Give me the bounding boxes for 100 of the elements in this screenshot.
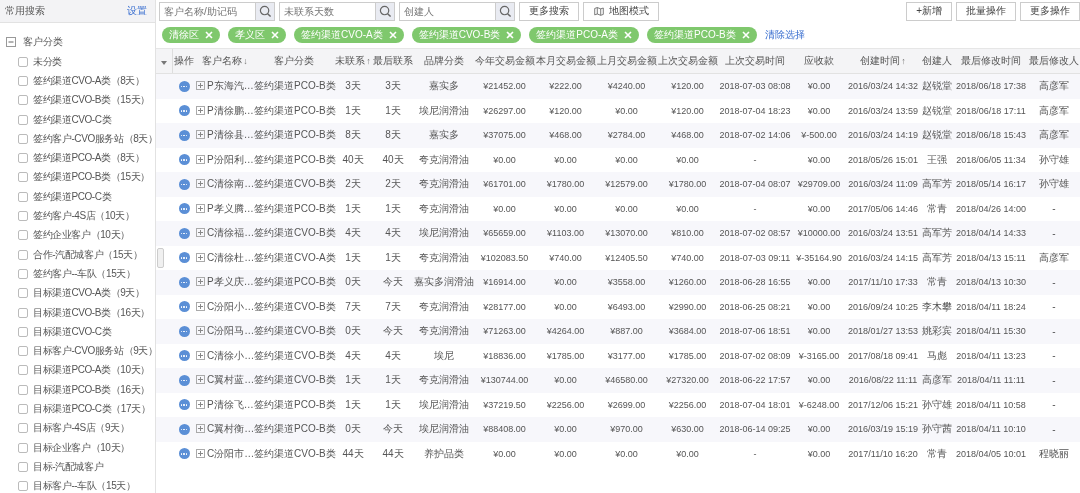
action-menu-icon[interactable] bbox=[178, 448, 190, 460]
category-label[interactable]: 目标客户-CVO服务站（9天） bbox=[33, 344, 158, 359]
action-menu-icon[interactable] bbox=[178, 227, 190, 239]
action-button[interactable]: 更多操作 bbox=[1020, 1, 1080, 21]
checkbox[interactable] bbox=[18, 153, 28, 164]
category-label[interactable]: 签约渠道PCO-C类 bbox=[33, 189, 112, 204]
category-label[interactable]: 签约渠道CVO-C类 bbox=[33, 112, 112, 127]
customer-name-link[interactable]: C清徐杜… bbox=[207, 251, 255, 263]
action-menu-icon[interactable] bbox=[178, 105, 190, 117]
customer-name-link[interactable]: P清徐鹏… bbox=[207, 104, 254, 116]
category-label[interactable]: 签约客户-CVO服务站（8天） bbox=[33, 131, 158, 146]
clear-selection-link[interactable]: 清除选择 bbox=[764, 28, 805, 42]
checkbox[interactable] bbox=[18, 442, 28, 453]
customer-name-link[interactable]: C汾阳市… bbox=[207, 447, 255, 459]
expand-icon[interactable] bbox=[196, 399, 205, 409]
checkbox[interactable] bbox=[18, 288, 28, 299]
action-menu-icon[interactable] bbox=[178, 301, 190, 313]
expand-icon[interactable] bbox=[196, 326, 205, 336]
action-menu-icon[interactable] bbox=[178, 203, 190, 215]
expand-icon[interactable] bbox=[196, 203, 205, 213]
collapse-handle-icon[interactable] bbox=[157, 248, 164, 268]
close-icon[interactable] bbox=[388, 31, 397, 39]
action-menu-icon[interactable] bbox=[178, 252, 190, 264]
category-label[interactable]: 目标渠道PCO-A类（10天） bbox=[33, 363, 150, 378]
map-mode-button[interactable]: 地图模式 bbox=[583, 1, 659, 21]
expand-icon[interactable] bbox=[196, 105, 205, 115]
category-label[interactable]: 目标企业客户（10天） bbox=[33, 440, 130, 455]
checkbox[interactable] bbox=[18, 268, 28, 279]
checkbox[interactable] bbox=[18, 404, 28, 414]
customer-name-link[interactable]: C清徐小… bbox=[207, 349, 255, 361]
category-label[interactable]: 目标-汽配城客户 bbox=[33, 459, 104, 474]
expand-icon[interactable] bbox=[196, 350, 205, 360]
category-label[interactable]: 签约客户-4S店（10天） bbox=[33, 209, 135, 223]
customer-name-link[interactable]: P汾阳利… bbox=[207, 153, 254, 165]
search-field[interactable]: 创建人 bbox=[399, 1, 495, 21]
caret-icon[interactable] bbox=[160, 60, 167, 65]
category-label[interactable]: 目标渠道CVO-B类（16天） bbox=[33, 305, 150, 320]
column-header[interactable]: 未联系 bbox=[335, 55, 366, 66]
close-icon[interactable] bbox=[506, 31, 515, 39]
action-menu-icon[interactable] bbox=[178, 178, 190, 190]
action-menu-icon[interactable] bbox=[178, 325, 190, 337]
category-label[interactable]: 签约渠道CVO-B类（15天） bbox=[33, 93, 150, 108]
checkbox[interactable] bbox=[18, 56, 28, 67]
collapse-icon[interactable] bbox=[6, 37, 16, 47]
action-menu-icon[interactable] bbox=[178, 129, 190, 141]
expand-icon[interactable] bbox=[196, 228, 205, 238]
category-label[interactable]: 目标渠道CVO-A类（9天） bbox=[33, 286, 145, 301]
category-label[interactable]: 签约客户--车队（15天） bbox=[33, 266, 136, 281]
checkbox[interactable] bbox=[18, 249, 28, 260]
category-label[interactable]: 签约渠道PCO-B类（15天） bbox=[33, 170, 150, 185]
category-label[interactable]: 目标客户-4S店（9天） bbox=[33, 421, 130, 436]
action-button[interactable]: +新增 bbox=[906, 1, 952, 21]
checkbox[interactable] bbox=[18, 461, 28, 472]
action-menu-icon[interactable] bbox=[178, 374, 190, 386]
category-label[interactable]: 目标渠道PCO-B类（16天） bbox=[33, 382, 150, 397]
category-label[interactable]: 目标渠道CVO-C类 bbox=[33, 324, 112, 339]
expand-icon[interactable] bbox=[196, 252, 205, 262]
customer-name-link[interactable]: C汾阳小… bbox=[207, 300, 255, 312]
customer-name-link[interactable]: P清徐飞… bbox=[207, 398, 254, 410]
search-button[interactable] bbox=[255, 1, 275, 21]
checkbox[interactable] bbox=[18, 230, 28, 241]
checkbox[interactable] bbox=[18, 423, 28, 434]
category-label[interactable]: 签约渠道PCO-A类（8天） bbox=[33, 151, 145, 166]
checkbox[interactable] bbox=[18, 95, 28, 106]
search-field[interactable]: 客户名称/助记码 bbox=[159, 1, 255, 21]
category-label[interactable]: 目标客户--车队（15天） bbox=[33, 479, 136, 493]
checkbox[interactable] bbox=[18, 384, 28, 395]
more-search-button[interactable]: 更多搜索 bbox=[519, 1, 579, 21]
customer-name-link[interactable]: P孝义腾… bbox=[207, 202, 254, 214]
expand-icon[interactable] bbox=[196, 448, 205, 458]
expand-icon[interactable] bbox=[196, 81, 205, 91]
expand-icon[interactable] bbox=[196, 179, 205, 189]
action-menu-icon[interactable] bbox=[178, 350, 190, 362]
expand-icon[interactable] bbox=[196, 424, 205, 434]
search-button[interactable] bbox=[375, 1, 395, 21]
checkbox[interactable] bbox=[18, 211, 28, 221]
checkbox[interactable] bbox=[18, 75, 28, 86]
category-label[interactable]: 未分类 bbox=[33, 54, 62, 69]
checkbox[interactable] bbox=[18, 191, 28, 202]
checkbox[interactable] bbox=[18, 365, 28, 376]
checkbox[interactable] bbox=[18, 307, 28, 318]
category-label[interactable]: 合作-汽配城客户（15天） bbox=[33, 247, 143, 262]
action-menu-icon[interactable] bbox=[178, 80, 190, 92]
close-icon[interactable] bbox=[624, 31, 632, 39]
expand-icon[interactable] bbox=[196, 130, 205, 140]
tree-node-label[interactable]: 客户分类 bbox=[23, 35, 63, 49]
category-label[interactable]: 目标渠道PCO-C类（17天） bbox=[33, 402, 151, 416]
expand-icon[interactable] bbox=[196, 301, 205, 311]
category-label[interactable]: 签约企业客户（10天） bbox=[33, 228, 130, 243]
action-menu-icon[interactable] bbox=[178, 276, 190, 288]
expand-icon[interactable] bbox=[196, 154, 205, 164]
checkbox[interactable] bbox=[18, 114, 28, 125]
checkbox[interactable] bbox=[18, 172, 28, 183]
search-button[interactable] bbox=[495, 1, 515, 21]
checkbox[interactable] bbox=[18, 346, 28, 357]
action-menu-icon[interactable] bbox=[178, 423, 190, 435]
close-icon[interactable] bbox=[271, 31, 279, 39]
close-icon[interactable] bbox=[205, 31, 213, 39]
action-menu-icon[interactable] bbox=[178, 399, 190, 411]
checkbox[interactable] bbox=[18, 481, 28, 492]
